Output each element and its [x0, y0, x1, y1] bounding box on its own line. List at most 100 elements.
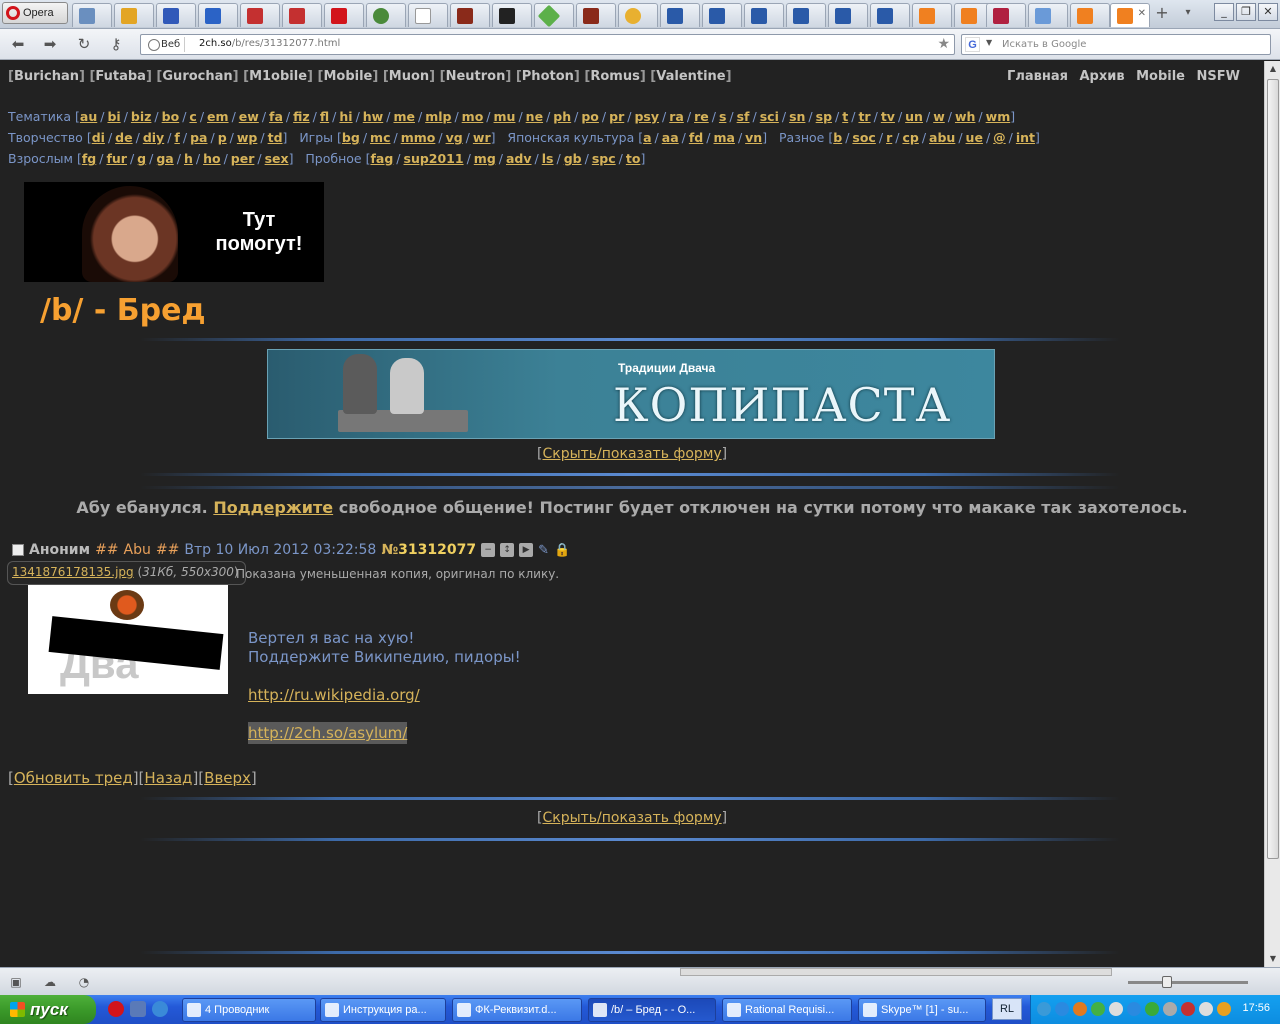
- board-link[interactable]: sp: [816, 109, 832, 124]
- board-link[interactable]: ma: [713, 130, 734, 145]
- tab[interactable]: [114, 3, 154, 27]
- board-link[interactable]: gb: [564, 151, 582, 166]
- board-link[interactable]: au: [80, 109, 97, 124]
- board-link[interactable]: wr: [473, 130, 491, 145]
- taskbar-item[interactable]: Rational Requisi...: [722, 998, 852, 1022]
- board-link[interactable]: sn: [789, 109, 805, 124]
- board-link[interactable]: di: [92, 130, 105, 145]
- tray-icon[interactable]: [1055, 1002, 1069, 1016]
- board-link[interactable]: t: [842, 109, 848, 124]
- board-link[interactable]: ls: [542, 151, 554, 166]
- tab[interactable]: [72, 3, 112, 27]
- home-link[interactable]: Главная: [1007, 69, 1068, 84]
- minimize-icon[interactable]: _: [1214, 3, 1234, 21]
- board-link[interactable]: p: [218, 130, 227, 145]
- board-link[interactable]: ue: [966, 130, 983, 145]
- tab[interactable]: [786, 3, 826, 27]
- board-link[interactable]: mc: [370, 130, 390, 145]
- chan-link[interactable]: Mobile: [323, 69, 372, 84]
- board-link[interactable]: mmo: [401, 130, 436, 145]
- ie-quicklaunch-icon[interactable]: [152, 1001, 168, 1017]
- board-link[interactable]: biz: [131, 109, 152, 124]
- tab[interactable]: [660, 3, 700, 27]
- new-tab-icon[interactable]: +: [1152, 4, 1172, 22]
- board-link[interactable]: abu: [929, 130, 955, 145]
- chan-link[interactable]: Neutron: [446, 69, 506, 84]
- start-button[interactable]: пуск: [0, 995, 96, 1024]
- board-link[interactable]: int: [1016, 130, 1035, 145]
- board-link[interactable]: vn: [745, 130, 762, 145]
- opera-quicklaunch-icon[interactable]: [108, 1001, 124, 1017]
- board-link[interactable]: b: [833, 130, 842, 145]
- board-link[interactable]: ho: [203, 151, 221, 166]
- chan-link[interactable]: Muon: [389, 69, 429, 84]
- tab[interactable]: [744, 3, 784, 27]
- board-link[interactable]: mlp: [425, 109, 451, 124]
- board-link[interactable]: fg: [82, 151, 96, 166]
- toggle-form-link-bottom[interactable]: [Скрыть/показать форму]: [537, 810, 727, 826]
- taskbar-item[interactable]: Skype™ [1] - su...: [858, 998, 986, 1022]
- board-link[interactable]: pr: [609, 109, 624, 124]
- board-link[interactable]: bo: [162, 109, 180, 124]
- wikipedia-link[interactable]: http://ru.wikipedia.org/: [248, 686, 420, 704]
- language-indicator[interactable]: RL: [992, 998, 1022, 1020]
- search-field[interactable]: G ▼ Искать в Google: [961, 34, 1271, 55]
- tray-icon[interactable]: [1109, 1002, 1123, 1016]
- tab[interactable]: [240, 3, 280, 27]
- board-link[interactable]: pa: [190, 130, 207, 145]
- tray-icon[interactable]: [1217, 1002, 1231, 1016]
- forward-icon[interactable]: ➡: [40, 35, 60, 53]
- volume-icon[interactable]: [1199, 1002, 1213, 1016]
- board-link[interactable]: re: [694, 109, 709, 124]
- chan-link[interactable]: Photon: [522, 69, 574, 84]
- chan-link[interactable]: Romus: [590, 69, 639, 84]
- taskbar-item-active[interactable]: /b/ – Бред - - O...: [588, 998, 716, 1022]
- scrollbar-thumb[interactable]: [1267, 79, 1279, 859]
- board-link[interactable]: ra: [669, 109, 684, 124]
- tab-list-icon[interactable]: ▾: [1178, 4, 1198, 22]
- tray-icon[interactable]: [1127, 1002, 1141, 1016]
- back-icon[interactable]: ⬅: [8, 35, 28, 53]
- board-link[interactable]: h: [184, 151, 193, 166]
- board-link[interactable]: vg: [446, 130, 463, 145]
- board-link[interactable]: adv: [506, 151, 532, 166]
- url-text[interactable]: 2ch.so/b/res/31312077.html: [199, 38, 340, 49]
- file-link[interactable]: 1341876178135.jpg: [12, 565, 134, 579]
- quicklaunch-icon[interactable]: [130, 1001, 146, 1017]
- tab[interactable]: [618, 3, 658, 27]
- tab-active[interactable]: ✕: [1110, 3, 1150, 27]
- reply-arrow-icon[interactable]: ▶: [519, 543, 534, 557]
- tray-icon[interactable]: [1145, 1002, 1159, 1016]
- board-link[interactable]: fa: [269, 109, 283, 124]
- hide-post-icon[interactable]: −: [481, 543, 496, 557]
- close-window-icon[interactable]: ✕: [1258, 3, 1278, 21]
- tray-icon[interactable]: [1073, 1002, 1087, 1016]
- address-field[interactable]: Веб 2ch.so/b/res/31312077.html ★: [140, 34, 955, 55]
- board-link[interactable]: fd: [689, 130, 703, 145]
- board-link[interactable]: @: [993, 130, 1006, 145]
- pin-icon[interactable]: ✎: [538, 543, 549, 558]
- board-link[interactable]: ph: [553, 109, 571, 124]
- key-icon[interactable]: ⚷: [106, 35, 126, 53]
- asylum-link[interactable]: http://2ch.so/asylum/: [248, 722, 408, 744]
- search-engine-dropdown-icon[interactable]: ▼: [986, 38, 992, 47]
- reload-icon[interactable]: ↻: [74, 35, 94, 53]
- board-link[interactable]: w: [933, 109, 945, 124]
- board-link[interactable]: td: [268, 130, 283, 145]
- board-link[interactable]: mu: [494, 109, 516, 124]
- board-link[interactable]: soc: [852, 130, 875, 145]
- board-link[interactable]: bi: [107, 109, 120, 124]
- expand-post-icon[interactable]: ↕: [500, 543, 515, 557]
- board-link[interactable]: diy: [143, 130, 164, 145]
- post-number[interactable]: №31312077: [381, 542, 476, 558]
- board-link[interactable]: c: [189, 109, 196, 124]
- opera-menu-button[interactable]: Opera: [2, 2, 68, 24]
- tab[interactable]: [912, 3, 952, 27]
- tab[interactable]: [198, 3, 238, 27]
- mobile-link[interactable]: Mobile: [1136, 69, 1185, 84]
- board-link[interactable]: wh: [955, 109, 975, 124]
- taskbar-item[interactable]: ФК-Реквизит.d...: [452, 998, 582, 1022]
- board-link[interactable]: me: [393, 109, 415, 124]
- taskbar-item[interactable]: Инструкция ра...: [320, 998, 446, 1022]
- board-link[interactable]: sci: [760, 109, 779, 124]
